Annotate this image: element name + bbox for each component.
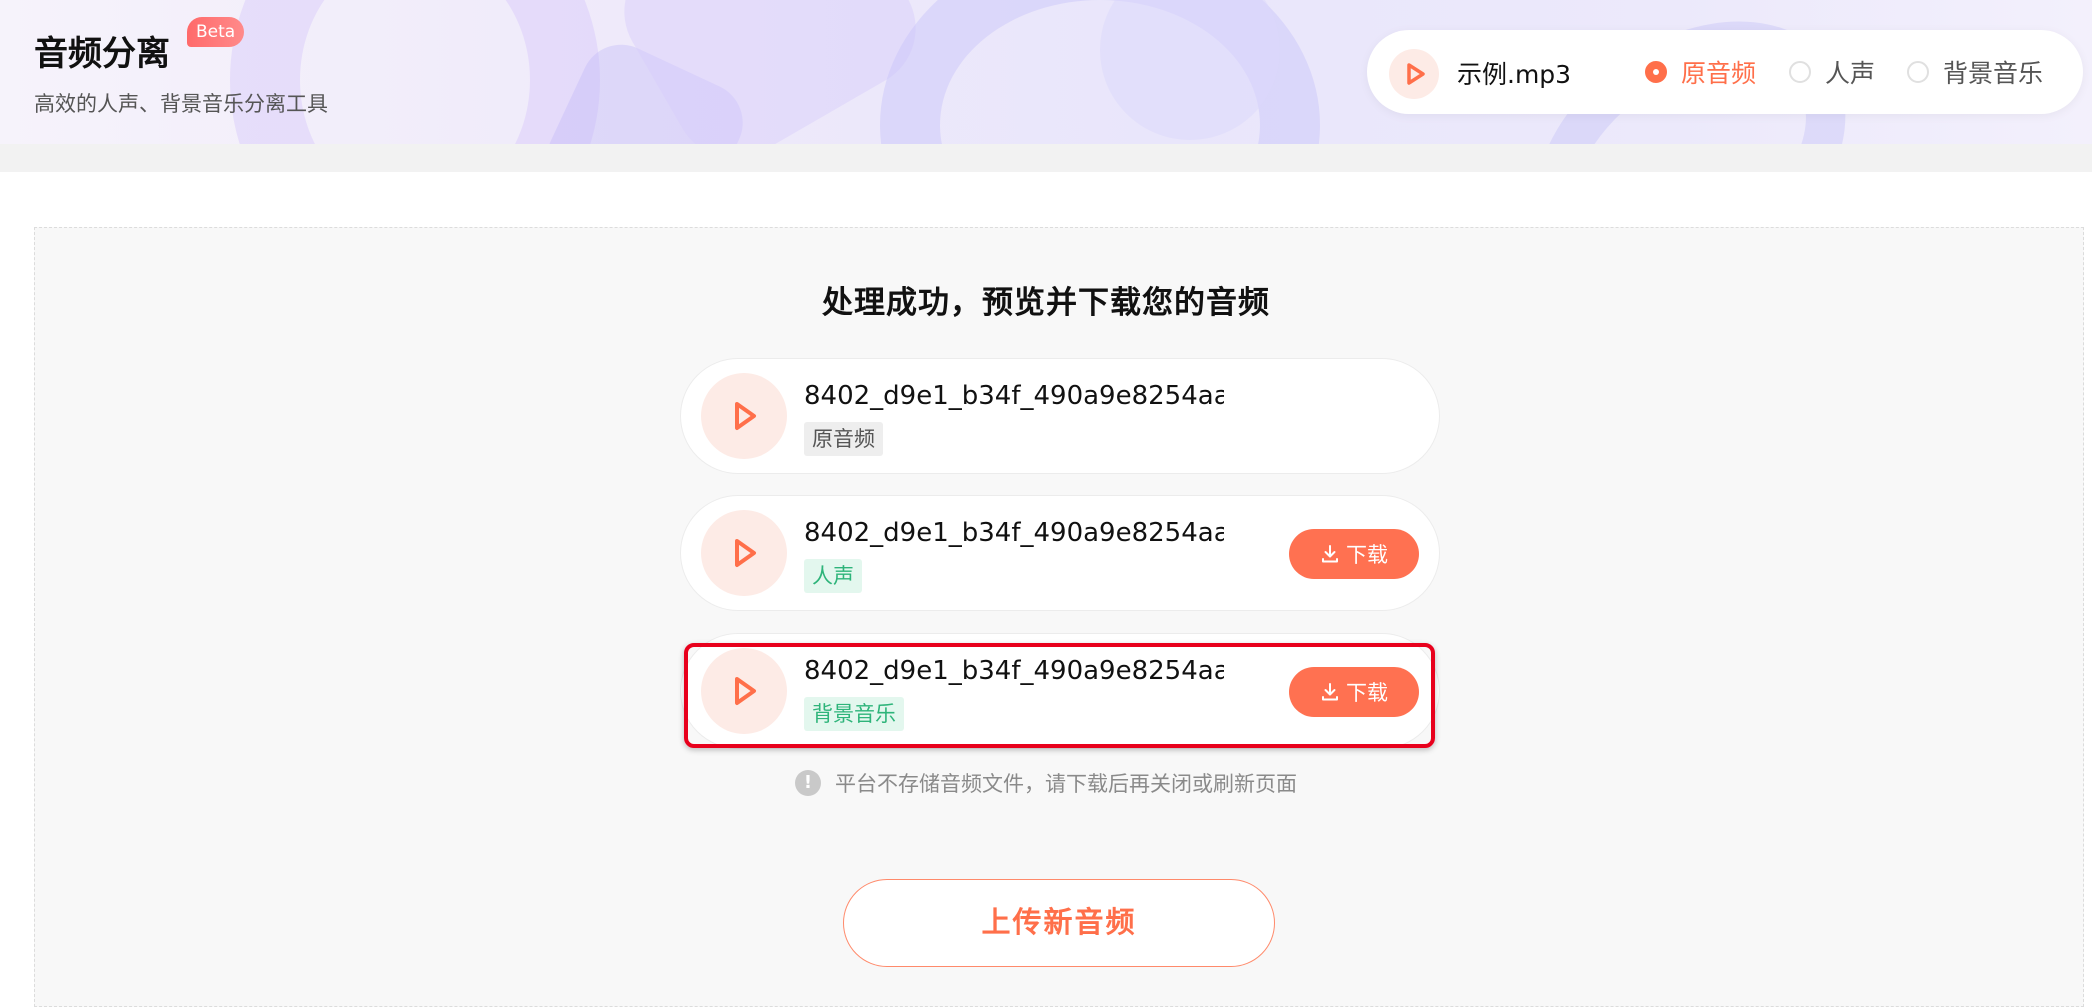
upload-new-audio-button[interactable]: 上传新音频 — [843, 879, 1275, 967]
beta-badge: Beta — [187, 17, 245, 47]
warning-icon: ! — [795, 770, 821, 796]
track-card-original: 8402_d9e1_b34f_490a9e8254aa... 原音频 — [680, 358, 1440, 474]
radio-dot — [1789, 61, 1811, 83]
sample-play-button[interactable] — [1389, 49, 1439, 99]
play-icon — [735, 402, 756, 430]
track-card-vocals: 8402_d9e1_b34f_490a9e8254aa... 人声 下载 — [680, 495, 1440, 611]
header-divider — [0, 144, 2092, 172]
radio-label: 人声 — [1825, 59, 1876, 88]
sample-audio-player: 示例.mp3 原音频 人声 背景音乐 — [1367, 30, 2083, 114]
highlight-box — [684, 643, 1435, 748]
download-label: 下载 — [1346, 543, 1388, 567]
storage-notice: ! 平台不存储音频文件，请下载后再关闭或刷新页面 — [0, 768, 2092, 798]
radio-vocals[interactable]: 人声 — [1789, 54, 1875, 90]
radio-dot — [1907, 61, 1929, 83]
radio-label: 原音频 — [1681, 59, 1757, 88]
page-title: 音频分离 — [34, 34, 170, 74]
sample-file-name: 示例.mp3 — [1457, 60, 1572, 89]
track-tag: 人声 — [804, 559, 862, 593]
decoration-shape — [230, 0, 600, 144]
radio-label: 背景音乐 — [1943, 59, 2044, 88]
download-button[interactable]: 下载 — [1289, 529, 1419, 579]
radio-original-audio[interactable]: 原音频 — [1645, 54, 1756, 90]
header-banner: 音频分离 Beta 高效的人声、背景音乐分离工具 示例.mp3 原音频 人声 背… — [0, 0, 2092, 144]
play-icon — [1407, 63, 1425, 85]
track-play-button[interactable] — [701, 510, 787, 596]
track-file-name: 8402_d9e1_b34f_490a9e8254aa... — [804, 518, 1224, 548]
radio-background-music[interactable]: 背景音乐 — [1907, 54, 2043, 90]
track-file-name: 8402_d9e1_b34f_490a9e8254aa... — [804, 381, 1224, 411]
track-tag: 原音频 — [804, 422, 883, 456]
play-icon — [735, 539, 756, 567]
result-heading: 处理成功，预览并下载您的音频 — [822, 285, 1270, 321]
notice-text: 平台不存储音频文件，请下载后再关闭或刷新页面 — [835, 772, 1297, 796]
radio-dot — [1645, 61, 1667, 83]
page-subtitle: 高效的人声、背景音乐分离工具 — [34, 92, 328, 116]
track-play-button[interactable] — [701, 373, 787, 459]
download-icon — [1322, 545, 1338, 563]
